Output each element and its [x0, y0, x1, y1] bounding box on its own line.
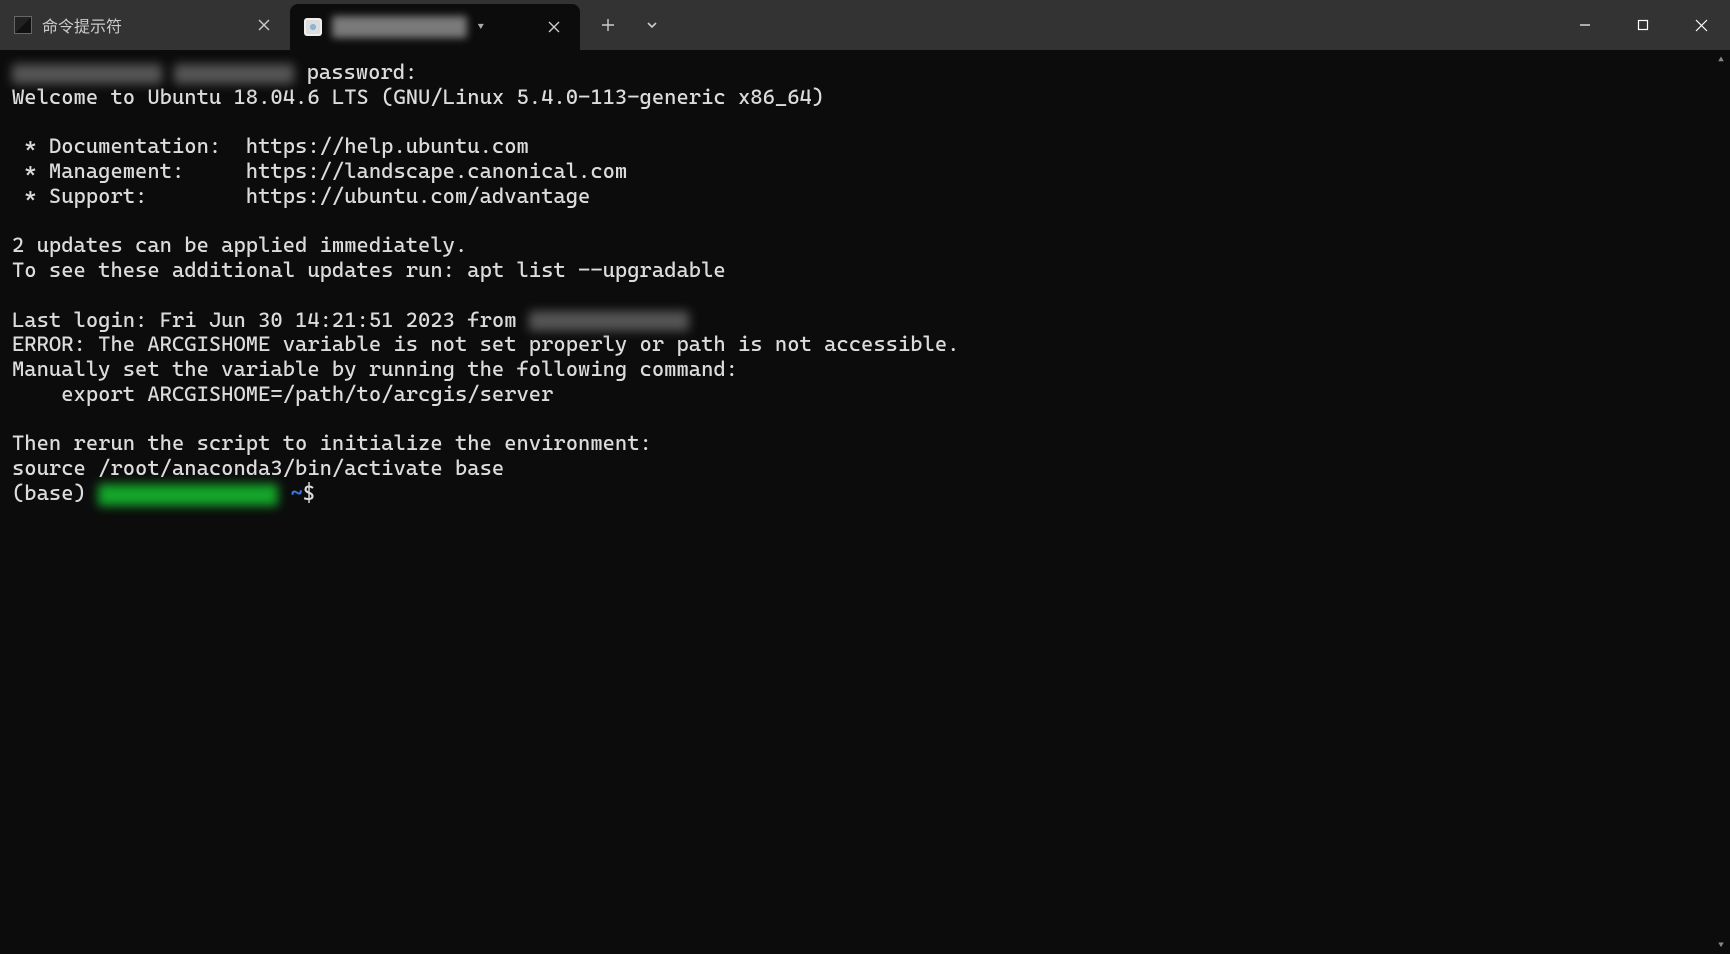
updates-line-2: To see these additional updates run: apt…	[12, 258, 726, 282]
tab-label-redacted	[332, 16, 467, 38]
maximize-button[interactable]	[1614, 0, 1672, 50]
terminal-content[interactable]: password: Welcome to Ubuntu 18.04.6 LTS …	[0, 50, 1730, 954]
window-controls	[1556, 0, 1730, 50]
support-line: * Support: https://ubuntu.com/advantage	[12, 184, 590, 208]
scrollbar[interactable]: ▴ ▾	[1712, 50, 1730, 954]
close-icon[interactable]	[542, 15, 566, 39]
cmd-icon	[14, 16, 32, 34]
tab-modified-indicator: ▾	[477, 20, 485, 35]
tab-bash[interactable]: ▾	[290, 4, 580, 50]
close-button[interactable]	[1672, 0, 1730, 50]
redacted-text	[12, 64, 162, 84]
updates-line-1: 2 updates can be applied immediately.	[12, 233, 467, 257]
welcome-line: Welcome to Ubuntu 18.04.6 LTS (GNU/Linux…	[12, 85, 824, 109]
new-tab-button[interactable]	[588, 5, 628, 45]
redacted-user-host	[98, 484, 278, 506]
manual-line: Manually set the variable by running the…	[12, 357, 738, 381]
doc-line: * Documentation: https://help.ubuntu.com	[12, 134, 529, 158]
redacted-ip	[529, 311, 689, 331]
scroll-up-icon[interactable]: ▴	[1712, 50, 1730, 68]
titlebar: 命令提示符 ▾	[0, 0, 1730, 50]
close-icon[interactable]	[252, 13, 276, 37]
source-line: source /root/anaconda3/bin/activate base	[12, 456, 504, 480]
export-line: export ARCGISHOME=/path/to/arcgis/server	[12, 382, 553, 406]
prompt-env: (base)	[12, 481, 98, 505]
scroll-down-icon[interactable]: ▾	[1712, 936, 1730, 954]
bash-icon	[304, 18, 322, 36]
last-login-line: Last login: Fri Jun 30 14:21:51 2023 fro…	[12, 308, 529, 332]
mgmt-line: * Management: https://landscape.canonica…	[12, 159, 627, 183]
prompt-tilde: ~	[290, 481, 302, 505]
minimize-button[interactable]	[1556, 0, 1614, 50]
error-line: ERROR: The ARCGISHOME variable is not se…	[12, 332, 959, 356]
tab-actions	[580, 0, 680, 50]
tab-dropdown-button[interactable]	[632, 5, 672, 45]
redacted-text	[174, 64, 294, 84]
tabs-container: 命令提示符 ▾	[0, 0, 1556, 50]
rerun-line: Then rerun the script to initialize the …	[12, 431, 652, 455]
prompt-dollar: $	[303, 481, 328, 505]
password-prompt: password:	[294, 60, 417, 84]
tab-label: 命令提示符	[42, 13, 242, 37]
tab-cmd[interactable]: 命令提示符	[0, 0, 290, 50]
